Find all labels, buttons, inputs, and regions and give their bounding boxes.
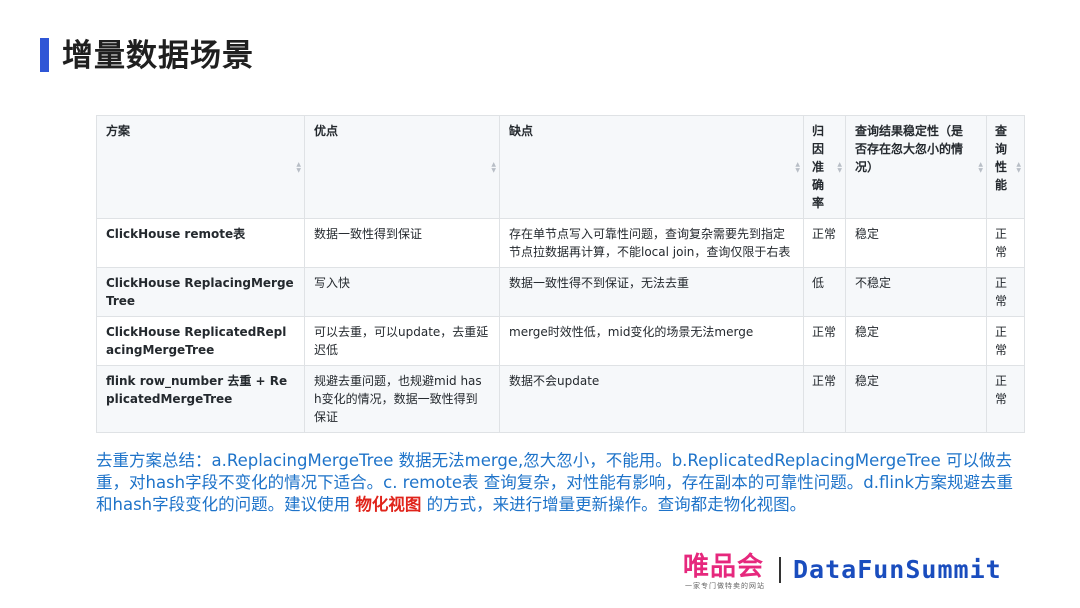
cell-query-performance: 正常 xyxy=(986,218,1025,268)
sort-icon[interactable]: ▲ ▼ xyxy=(1016,162,1021,174)
table-row: ClickHouse ReplicatedReplacingMergeTree … xyxy=(96,316,1025,366)
column-header-label: 归因准确率 xyxy=(812,124,825,210)
column-header-label: 查询结果稳定性（是否存在忽大忽小的情况） xyxy=(855,124,964,174)
column-header-label: 缺点 xyxy=(509,124,534,138)
sort-icon[interactable]: ▲ ▼ xyxy=(978,162,983,174)
cell-cons: merge时效性低，mid变化的场景无法merge xyxy=(499,316,804,366)
cell-attribution-accuracy: 低 xyxy=(803,267,846,317)
cell-plan: ClickHouse ReplacingMergeTree xyxy=(96,267,305,317)
cell-result-stability: 稳定 xyxy=(845,218,987,268)
title-accent-bar xyxy=(40,38,49,72)
vip-slogan: 一家专门做特卖的网站 xyxy=(685,582,765,590)
cell-cons: 存在单节点写入可靠性问题，查询复杂需要先到指定节点拉数据再计算，不能local … xyxy=(499,218,804,268)
cell-result-stability: 稳定 xyxy=(845,316,987,366)
cell-pros: 可以去重，可以update，去重延迟低 xyxy=(304,316,500,366)
column-header-pros[interactable]: 优点 ▲ ▼ xyxy=(304,115,500,219)
cell-attribution-accuracy: 正常 xyxy=(803,365,846,433)
cell-pros: 数据一致性得到保证 xyxy=(304,218,500,268)
vip-logo: 唯品会 xyxy=(683,552,765,582)
cell-plan: ClickHouse remote表 xyxy=(96,218,305,268)
cell-attribution-accuracy: 正常 xyxy=(803,316,846,366)
column-header-attribution-accuracy[interactable]: 归因准确率 ▲ ▼ xyxy=(803,115,846,219)
cell-result-stability: 不稳定 xyxy=(845,267,987,317)
cell-cons: 数据不会update xyxy=(499,365,804,433)
cell-query-performance: 正常 xyxy=(986,267,1025,317)
sort-icon[interactable]: ▲ ▼ xyxy=(491,162,496,174)
column-header-result-stability[interactable]: 查询结果稳定性（是否存在忽大忽小的情况） ▲ ▼ xyxy=(845,115,987,219)
table-row: ClickHouse ReplacingMergeTree 写入快 数据一致性得… xyxy=(96,267,1025,317)
table-header-row: 方案 ▲ ▼ 优点 ▲ ▼ 缺点 ▲ ▼ 归因准确率 ▲ ▼ 查询结果稳定性（是否存在忽… xyxy=(96,115,1025,219)
column-header-label: 优点 xyxy=(314,124,339,138)
summary-text: 去重方案总结：a.ReplacingMergeTree 数据无法merge,忽大… xyxy=(96,450,1030,516)
cell-plan: flink row_number 去重 + ReplicatedMergeTre… xyxy=(96,365,305,433)
footer-brands: 唯品会 一家专门做特卖的网站 DataFunSummit xyxy=(683,552,1002,596)
cell-cons: 数据一致性得不到保证，无法去重 xyxy=(499,267,804,317)
cell-query-performance: 正常 xyxy=(986,316,1025,366)
table-row: ClickHouse remote表 数据一致性得到保证 存在单节点写入可靠性问… xyxy=(96,218,1025,268)
column-header-query-performance[interactable]: 查询性能 ▲ ▼ xyxy=(986,115,1025,219)
sort-icon[interactable]: ▲ ▼ xyxy=(795,162,800,174)
vip-brand: 唯品会 一家专门做特卖的网站 xyxy=(683,552,765,591)
cell-attribution-accuracy: 正常 xyxy=(803,218,846,268)
cell-result-stability: 稳定 xyxy=(845,365,987,433)
table-row: flink row_number 去重 + ReplicatedMergeTre… xyxy=(96,365,1025,433)
brand-divider xyxy=(779,557,781,583)
page-title: 增量数据场景 xyxy=(62,38,254,74)
sort-icon[interactable]: ▲ ▼ xyxy=(837,162,842,174)
cell-plan: ClickHouse ReplicatedReplacingMergeTree xyxy=(96,316,305,366)
column-header-label: 查询性能 xyxy=(995,124,1008,192)
cell-pros: 写入快 xyxy=(304,267,500,317)
summary-highlight: 物化视图 xyxy=(355,495,422,514)
comparison-table: 方案 ▲ ▼ 优点 ▲ ▼ 缺点 ▲ ▼ 归因准确率 ▲ ▼ 查询结果稳定性（是否存在忽… xyxy=(96,115,1025,433)
column-header-plan[interactable]: 方案 ▲ ▼ xyxy=(96,115,305,219)
datafun-logo: DataFunSummit xyxy=(793,555,1002,584)
column-header-label: 方案 xyxy=(106,124,131,138)
cell-pros: 规避去重问题，也规避mid hash变化的情况，数据一致性得到保证 xyxy=(304,365,500,433)
sort-icon[interactable]: ▲ ▼ xyxy=(296,162,301,174)
column-header-cons[interactable]: 缺点 ▲ ▼ xyxy=(499,115,804,219)
cell-query-performance: 正常 xyxy=(986,365,1025,433)
summary-text-after: 的方式，来进行增量更新操作。查询都走物化视图。 xyxy=(421,495,807,514)
